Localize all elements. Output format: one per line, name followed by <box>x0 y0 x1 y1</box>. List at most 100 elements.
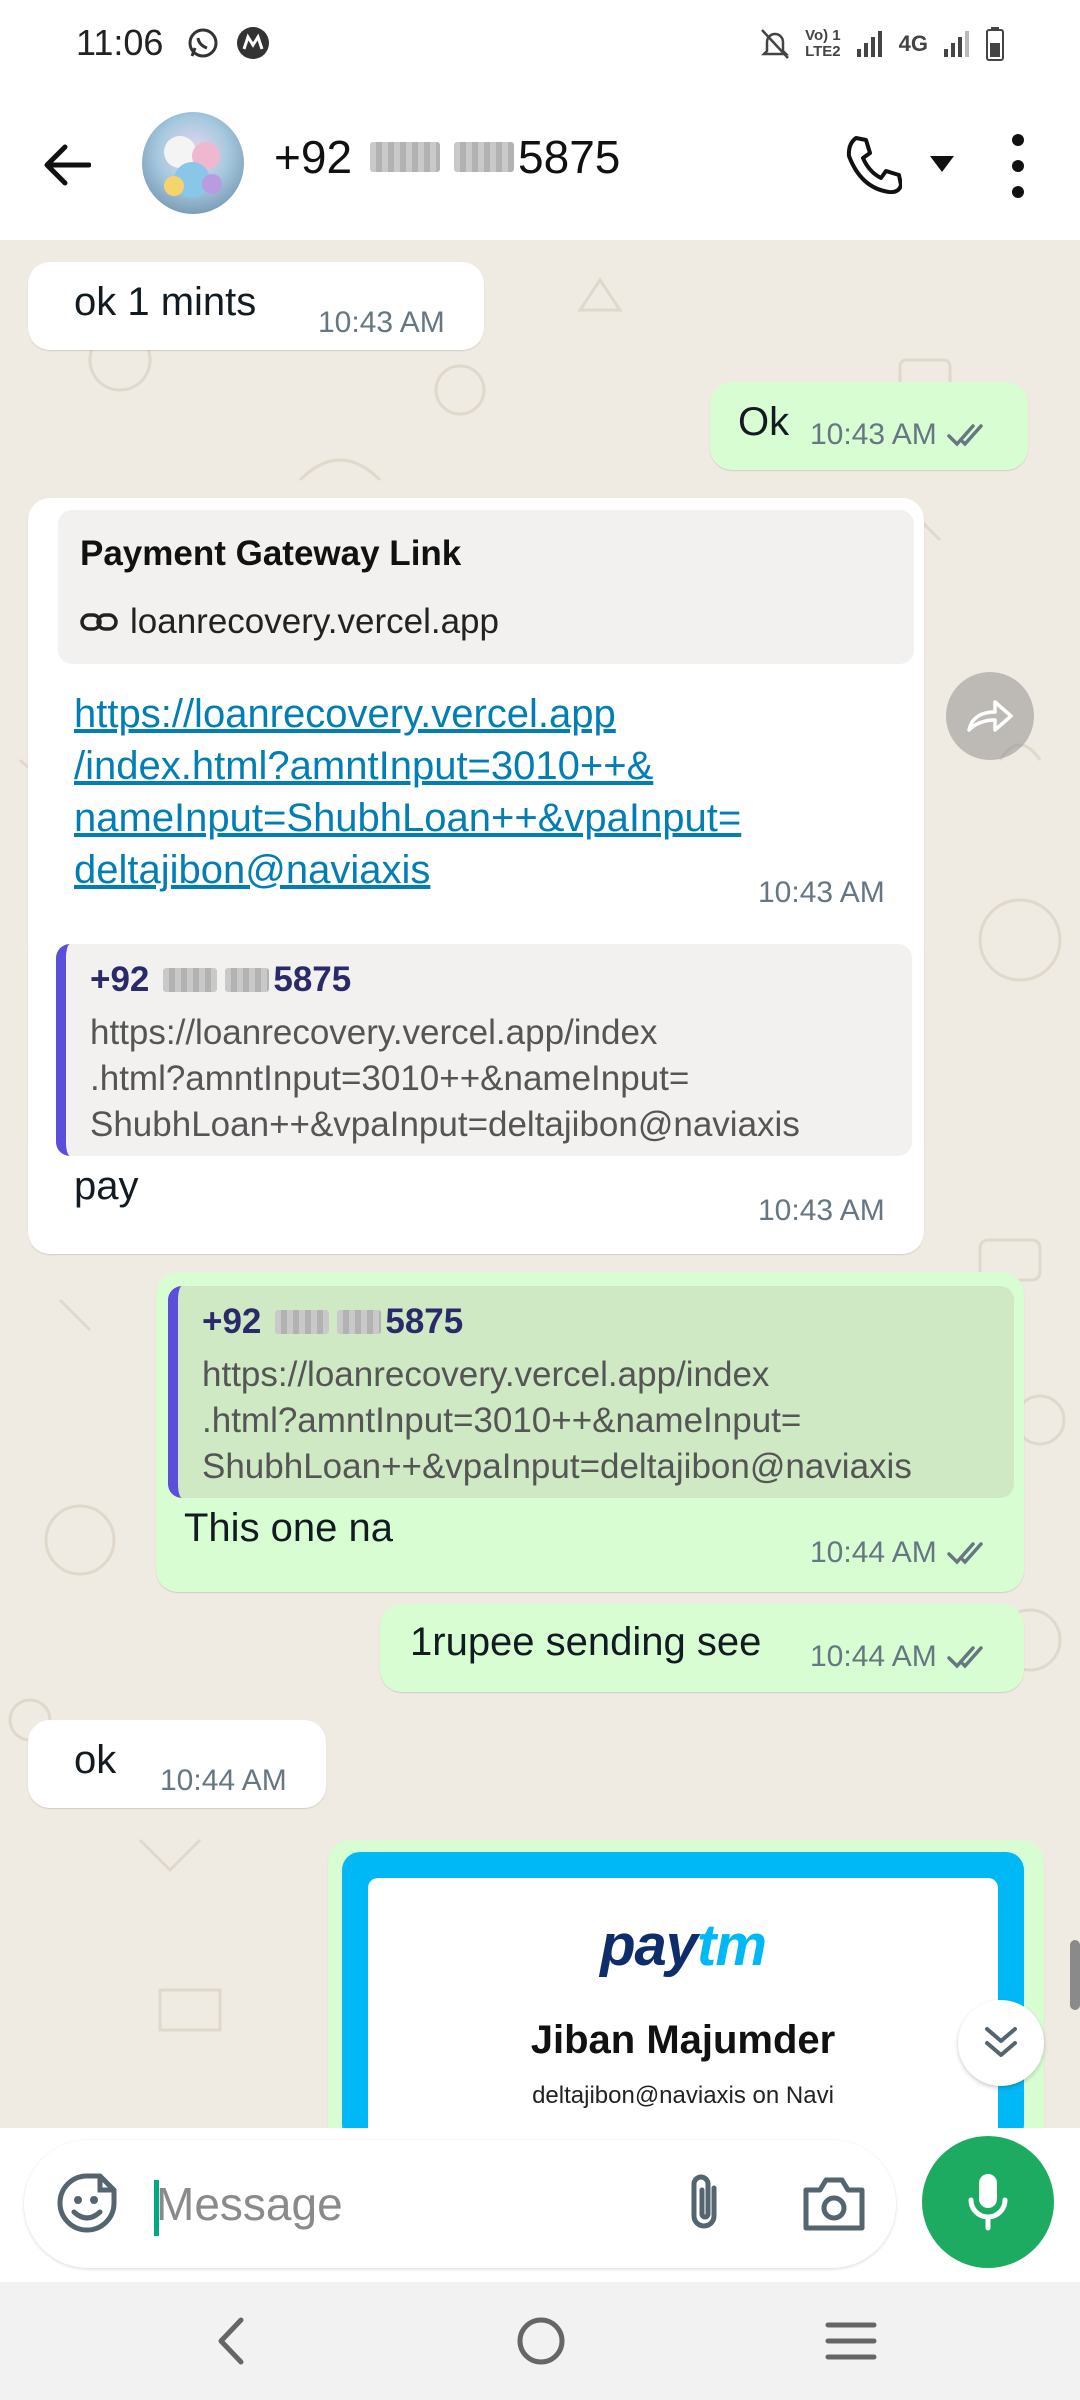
chat-area[interactable]: ok 1 mints 10:43 AM Ok 10:43 AM Payment … <box>0 240 1080 2128</box>
quote-author: +92 5875 <box>90 960 351 1000</box>
back-arrow-icon <box>44 144 91 186</box>
quote-author: +92 5875 <box>202 1302 463 1342</box>
back-button[interactable] <box>36 130 98 200</box>
quote-line: https://loanrecovery.vercel.app/index <box>202 1355 770 1394</box>
quote-author-suffix: 5875 <box>385 1302 464 1341</box>
system-nav-bar <box>0 2282 1080 2400</box>
home-circle-icon <box>517 2317 565 2365</box>
forward-button[interactable] <box>946 672 1034 760</box>
payee-vpa: deltajibon@naviaxis on Navi <box>532 2082 834 2109</box>
contact-suffix: 5875 <box>518 131 621 183</box>
message-outgoing-reply[interactable]: +92 5875 https://loanrecovery.vercel.app… <box>156 1272 1024 1592</box>
message-time: 10:44 AM <box>160 1764 287 1798</box>
time-text: 10:43 AM <box>810 418 937 451</box>
time-text: 10:44 AM <box>160 1764 287 1797</box>
message-meta: 10:44 AM <box>810 1536 991 1570</box>
whatsapp-icon <box>188 28 218 58</box>
double-check-icon <box>947 1646 983 1669</box>
paytm-image[interactable]: paytm Jiban Majumder deltajibon@naviaxis… <box>342 1852 1024 2128</box>
paytm-logo: paytm <box>368 1912 998 1979</box>
message-incoming[interactable]: ok 10:44 AM <box>28 1720 326 1808</box>
link-line[interactable]: nameInput=ShubhLoan++&vpaInput= <box>74 792 741 844</box>
time-text: 10:44 AM <box>810 1536 937 1569</box>
message-text: ok <box>74 1738 117 1782</box>
signal-icon <box>856 31 882 57</box>
link-preview-domain: loanrecovery.vercel.app <box>80 602 499 642</box>
time-text: 10:43 AM <box>758 876 885 909</box>
link-preview[interactable]: Payment Gateway Link loanrecovery.vercel… <box>58 510 914 664</box>
payee-name: Jiban Majumder <box>530 2018 836 2062</box>
paytm-logo-b: tm <box>697 1913 767 1978</box>
quote-line: .html?amntInput=3010++&nameInput= <box>90 1059 690 1098</box>
nav-recents-button[interactable] <box>816 2310 886 2372</box>
double-check-icon <box>947 1542 983 1565</box>
battery-icon <box>986 27 1004 61</box>
paperclip-icon[interactable] <box>676 2170 732 2236</box>
redacted-digits <box>337 1310 382 1334</box>
contact-prefix: +92 <box>274 131 353 183</box>
redacted-digits <box>225 968 270 992</box>
more-vertical-icon[interactable] <box>1000 130 1036 202</box>
quote-body: https://loanrecovery.vercel.app/index .h… <box>90 1010 800 1148</box>
redacted-digits <box>275 1310 330 1334</box>
sticker-icon[interactable] <box>54 2170 120 2236</box>
camera-icon[interactable] <box>802 2172 866 2234</box>
message-outgoing[interactable]: 1rupee sending see 10:44 AM <box>380 1604 1024 1692</box>
message-text: ok 1 mints <box>74 280 257 324</box>
quote-author-suffix: 5875 <box>273 960 352 999</box>
caret-down-icon[interactable] <box>930 154 954 174</box>
link-preview-title: Payment Gateway Link <box>80 534 462 573</box>
link-line[interactable]: https://loanrecovery.vercel.app <box>74 688 616 740</box>
scroll-to-bottom-button[interactable] <box>958 2000 1044 2086</box>
nav-home-button[interactable] <box>506 2310 576 2372</box>
message-composer <box>24 2140 896 2268</box>
chat-header: +92 5875 <box>0 90 1080 240</box>
redacted-digits <box>163 968 218 992</box>
double-check-icon <box>947 424 983 447</box>
quote-author-prefix: +92 <box>202 1302 262 1341</box>
avatar[interactable] <box>142 112 244 214</box>
forward-icon <box>967 700 1013 732</box>
volte-label: Vo) 1 LTE2 <box>805 28 841 60</box>
avatar-image <box>164 136 222 198</box>
redacted-digits <box>454 142 515 172</box>
menu-lines-icon <box>825 2322 877 2360</box>
message-time: 10:43 AM <box>318 306 445 340</box>
double-chevron-down-icon <box>985 2027 1017 2057</box>
quote-line: https://loanrecovery.vercel.app/index <box>90 1013 658 1052</box>
paytm-card: paytm Jiban Majumder deltajibon@naviaxis… <box>368 1878 998 2128</box>
status-bar: 11:06 Vo) 1 LTE2 4G <box>0 0 1080 90</box>
lte-text: LTE2 <box>805 43 841 60</box>
contact-name[interactable]: +92 5875 <box>274 130 620 184</box>
quoted-message[interactable]: +92 5875 https://loanrecovery.vercel.app… <box>168 1286 1014 1498</box>
message-incoming-reply[interactable]: +92 5875 https://loanrecovery.vercel.app… <box>28 932 924 1254</box>
app-m-icon <box>237 27 269 59</box>
message-incoming[interactable]: ok 1 mints 10:43 AM <box>28 262 484 350</box>
message-text: This one na <box>184 1506 394 1550</box>
message-text: 1rupee sending see <box>410 1620 762 1664</box>
phone-icon[interactable] <box>846 134 902 194</box>
volte-text: Vo) 1 <box>805 27 841 44</box>
nav-back-button[interactable] <box>196 2310 266 2372</box>
quoted-message[interactable]: +92 5875 https://loanrecovery.vercel.app… <box>56 944 912 1156</box>
voice-record-button[interactable] <box>922 2136 1054 2268</box>
paytm-logo-a: pay <box>600 1913 698 1978</box>
quote-body: https://loanrecovery.vercel.app/index .h… <box>202 1352 912 1490</box>
link-line[interactable]: deltajibon@naviaxis <box>74 844 430 896</box>
mute-icon <box>761 29 790 59</box>
time-text: 10:43 AM <box>318 306 445 339</box>
link-line[interactable]: /index.html?amntInput=3010++& <box>74 740 653 792</box>
status-right: Vo) 1 LTE2 4G <box>759 22 1004 66</box>
chevron-left-icon <box>218 2317 244 2365</box>
quote-line: ShubhLoan++&vpaInput=deltajibon@naviaxis <box>202 1447 912 1486</box>
time-text: 10:43 AM <box>758 1194 885 1227</box>
message-input[interactable] <box>156 2168 676 2240</box>
domain-text: loanrecovery.vercel.app <box>130 602 499 641</box>
redacted-digits <box>370 142 441 172</box>
message-time: 10:43 AM <box>758 1194 885 1228</box>
quote-author-prefix: +92 <box>90 960 150 999</box>
quote-line: .html?amntInput=3010++&nameInput= <box>202 1401 802 1440</box>
message-meta: 10:44 AM <box>810 1640 991 1674</box>
message-outgoing[interactable]: Ok 10:43 AM <box>710 382 1028 470</box>
scrollbar-thumb[interactable] <box>1070 1940 1080 2010</box>
